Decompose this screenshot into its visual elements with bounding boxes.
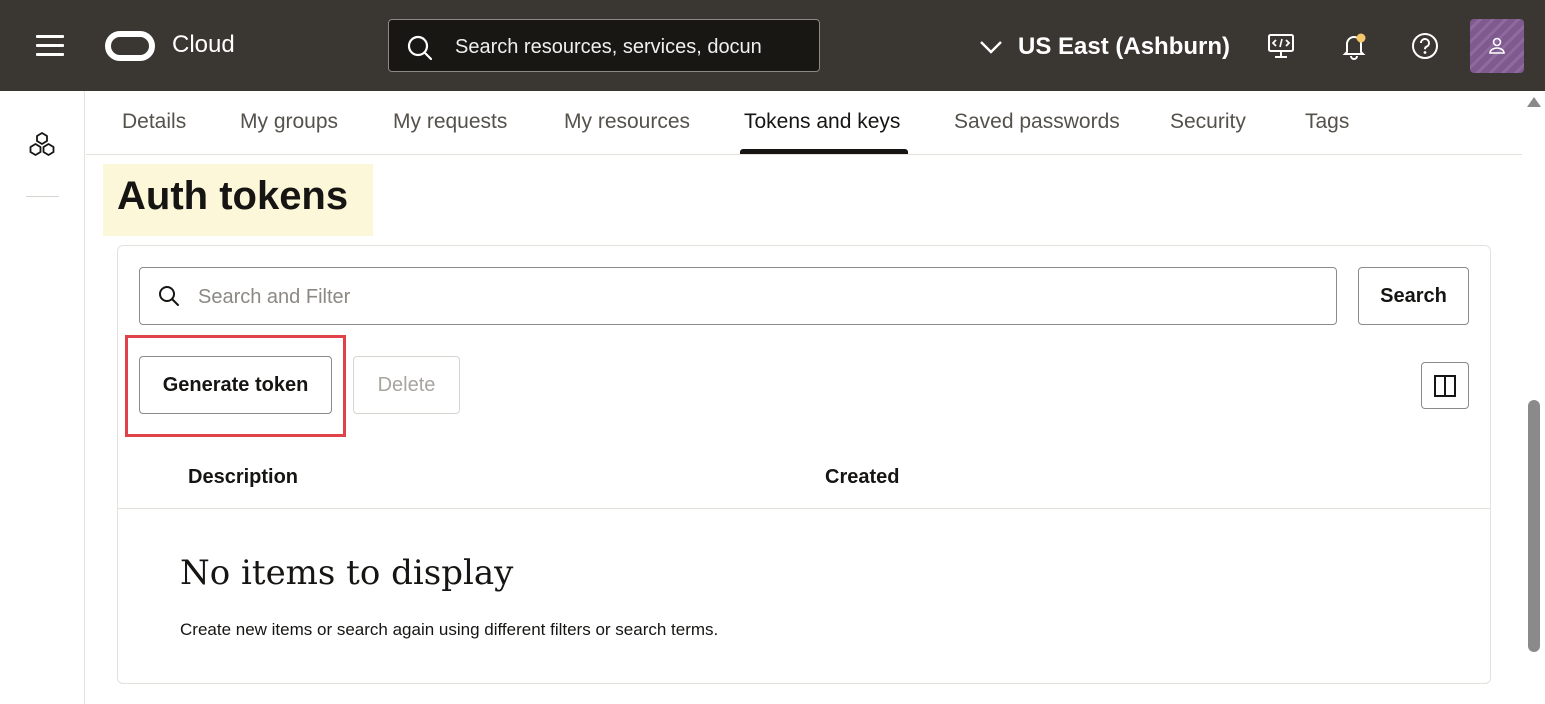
- tab-tags[interactable]: Tags: [1305, 110, 1349, 134]
- region-label: US East (Ashburn): [1018, 33, 1231, 60]
- columns-icon: [1434, 374, 1456, 397]
- tab-saved-passwords[interactable]: Saved passwords: [954, 110, 1120, 134]
- cloud-shell-icon[interactable]: [1266, 31, 1296, 61]
- user-avatar[interactable]: [1470, 19, 1524, 73]
- global-search-placeholder: Search resources, services, docun: [455, 36, 762, 58]
- search-icon: [159, 286, 179, 306]
- region-selector[interactable]: US East (Ashburn): [978, 30, 1230, 64]
- column-settings-button[interactable]: [1421, 362, 1469, 409]
- empty-state-title: No items to display: [180, 553, 514, 593]
- empty-state-subtitle: Create new items or search again using d…: [180, 620, 719, 639]
- column-header-description[interactable]: Description: [188, 466, 298, 489]
- search-button[interactable]: Search: [1358, 267, 1469, 325]
- notifications-icon[interactable]: [1339, 31, 1369, 61]
- top-navigation-bar: Cloud Search resources, services, docun …: [0, 0, 1545, 91]
- left-rail: [0, 91, 85, 704]
- menu-icon[interactable]: [36, 35, 64, 59]
- scrollbar-thumb[interactable]: [1528, 400, 1540, 652]
- table-header-divider: [118, 508, 1490, 509]
- page-title: Auth tokens: [117, 174, 349, 218]
- global-search-input[interactable]: Search resources, services, docun: [388, 19, 820, 72]
- search-filter-input[interactable]: Search and Filter: [139, 267, 1337, 325]
- help-icon[interactable]: [1410, 31, 1440, 61]
- search-icon: [407, 35, 433, 61]
- chevron-down-icon: [980, 41, 1002, 54]
- oracle-logo[interactable]: [105, 31, 155, 61]
- tab-security[interactable]: Security: [1170, 110, 1246, 134]
- search-filter-placeholder: Search and Filter: [198, 286, 351, 308]
- scroll-up-arrow-icon[interactable]: [1527, 97, 1541, 107]
- tab-details[interactable]: Details: [122, 110, 186, 134]
- active-tab-indicator: [740, 149, 908, 154]
- tab-bar: Details My groups My requests My resourc…: [86, 91, 1522, 155]
- resources-cubes-icon[interactable]: [27, 130, 57, 160]
- tab-my-groups[interactable]: My groups: [240, 110, 338, 134]
- rail-divider: [26, 196, 59, 197]
- tab-my-resources[interactable]: My resources: [564, 110, 690, 134]
- user-avatar-icon: [1489, 37, 1505, 54]
- generate-token-button[interactable]: Generate token: [139, 356, 332, 414]
- delete-button[interactable]: Delete: [353, 356, 460, 414]
- column-header-created[interactable]: Created: [825, 466, 899, 489]
- tab-tokens-and-keys[interactable]: Tokens and keys: [744, 110, 900, 134]
- tab-my-requests[interactable]: My requests: [393, 110, 507, 134]
- logo-text[interactable]: Cloud: [172, 31, 235, 59]
